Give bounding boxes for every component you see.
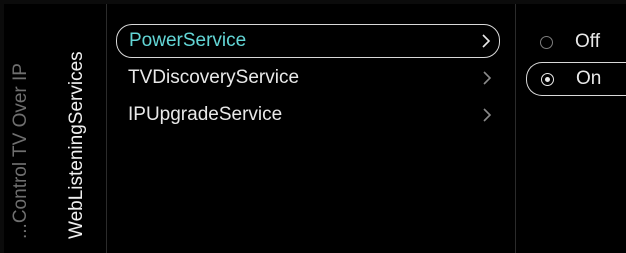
section-title: WebListeningServices xyxy=(66,51,87,239)
menu-item-powerservice[interactable]: PowerService xyxy=(116,24,500,58)
chevron-right-icon xyxy=(483,108,492,122)
breadcrumb[interactable]: ...Control TV Over IP xyxy=(10,63,32,239)
options-list: Off On xyxy=(522,4,626,253)
chevron-right-icon xyxy=(482,34,491,48)
settings-panel: ...Control TV Over IP WebListeningServic… xyxy=(4,4,626,253)
chevron-right-icon xyxy=(483,71,492,85)
option-on[interactable]: On xyxy=(526,62,626,96)
option-off[interactable]: Off xyxy=(526,25,626,59)
menu-item-label: IPUpgradeService xyxy=(128,104,283,125)
section-column: WebListeningServices xyxy=(54,4,104,253)
radio-checked-icon xyxy=(541,72,554,86)
service-menu: PowerService TVDiscoveryService IPUpgrad… xyxy=(116,4,511,253)
menu-item-label: TVDiscoveryService xyxy=(128,67,300,88)
breadcrumb-column: ...Control TV Over IP xyxy=(4,4,54,253)
divider xyxy=(515,4,516,253)
menu-item-tvdiscoveryservice[interactable]: TVDiscoveryService xyxy=(116,61,500,95)
option-label: On xyxy=(576,68,602,89)
option-label: Off xyxy=(575,31,600,52)
menu-item-ipupgradeservice[interactable]: IPUpgradeService xyxy=(116,98,500,132)
divider xyxy=(106,4,107,253)
radio-unchecked-icon xyxy=(540,35,553,49)
menu-item-label: PowerService xyxy=(129,30,247,51)
